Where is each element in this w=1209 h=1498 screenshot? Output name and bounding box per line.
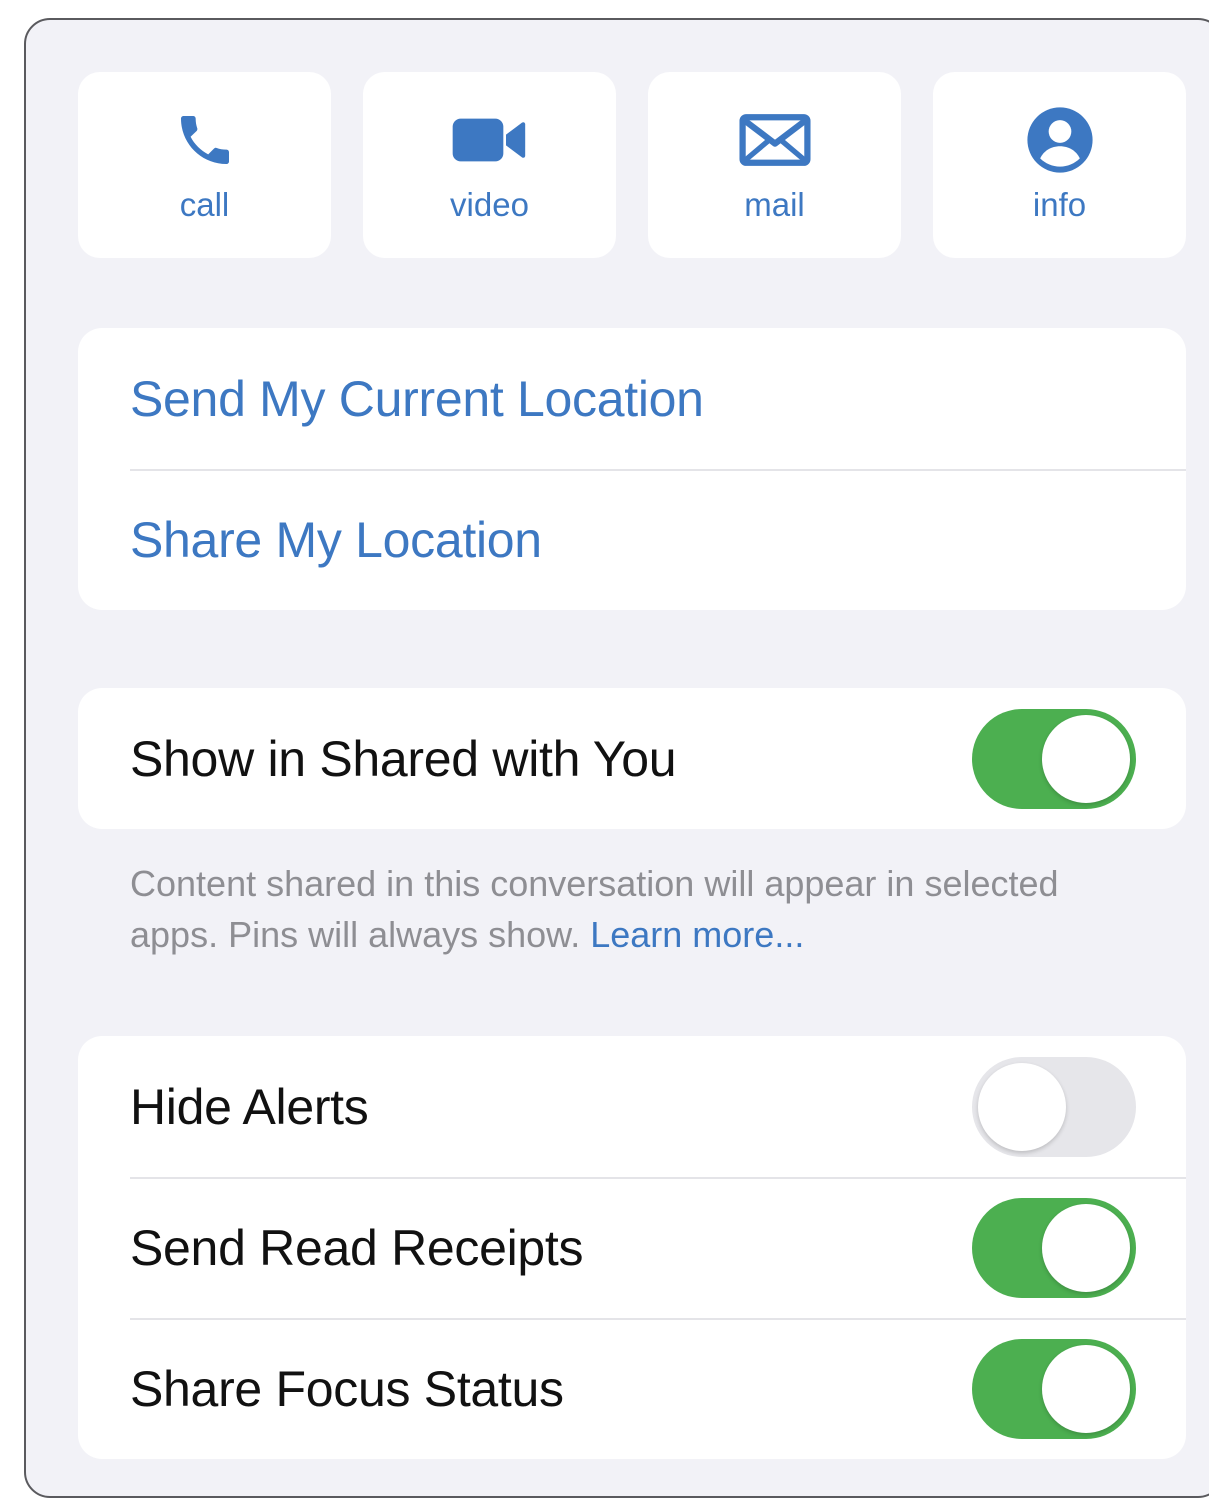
shared-with-you-toggle[interactable]: [972, 708, 1136, 809]
conversation-settings-group: Hide Alerts Send Read Receipts Share Foc…: [78, 1036, 1186, 1459]
toggle-knob: [1042, 1203, 1130, 1292]
person-circle-icon: [1026, 107, 1094, 173]
send-current-location-link[interactable]: Send My Current Location: [130, 370, 704, 428]
share-location-row[interactable]: Share My Location: [78, 469, 1186, 610]
send-current-location-row[interactable]: Send My Current Location: [78, 328, 1186, 469]
hide-alerts-toggle[interactable]: [972, 1056, 1136, 1157]
share-focus-status-row: Share Focus Status: [78, 1318, 1186, 1459]
call-label: call: [179, 186, 230, 223]
toggle-knob: [1042, 714, 1130, 803]
contact-details-panel: call video mail info Send My Current Loc…: [24, 18, 1209, 1498]
hide-alerts-row: Hide Alerts: [78, 1036, 1186, 1177]
send-read-receipts-toggle[interactable]: [972, 1197, 1136, 1298]
send-read-receipts-label: Send Read Receipts: [130, 1219, 584, 1276]
send-read-receipts-row: Send Read Receipts: [78, 1177, 1186, 1318]
info-button[interactable]: info: [933, 72, 1186, 258]
call-button[interactable]: call: [78, 72, 331, 258]
shared-with-you-row: Show in Shared with You: [78, 688, 1186, 829]
hide-alerts-label: Hide Alerts: [130, 1078, 369, 1135]
video-button[interactable]: video: [363, 72, 616, 258]
quick-actions: call video mail info: [78, 72, 1186, 258]
location-group: Send My Current Location Share My Locati…: [78, 328, 1186, 610]
info-label: info: [1032, 186, 1087, 223]
mail-button[interactable]: mail: [648, 72, 901, 258]
mail-label: mail: [744, 186, 805, 223]
envelope-icon: [738, 108, 811, 172]
video-label: video: [450, 186, 529, 223]
video-camera-icon: [450, 108, 530, 172]
toggle-knob: [1042, 1344, 1130, 1433]
share-focus-status-label: Share Focus Status: [130, 1360, 564, 1417]
learn-more-link[interactable]: Learn more...: [590, 914, 804, 955]
share-focus-status-toggle[interactable]: [972, 1338, 1136, 1439]
shared-with-you-label: Show in Shared with You: [130, 730, 677, 787]
shared-with-you-group: Show in Shared with You: [78, 688, 1186, 829]
share-location-link[interactable]: Share My Location: [130, 511, 542, 569]
phone-icon: [173, 108, 237, 172]
toggle-knob: [978, 1062, 1066, 1151]
shared-with-you-footnote: Content shared in this conversation will…: [130, 858, 1130, 960]
